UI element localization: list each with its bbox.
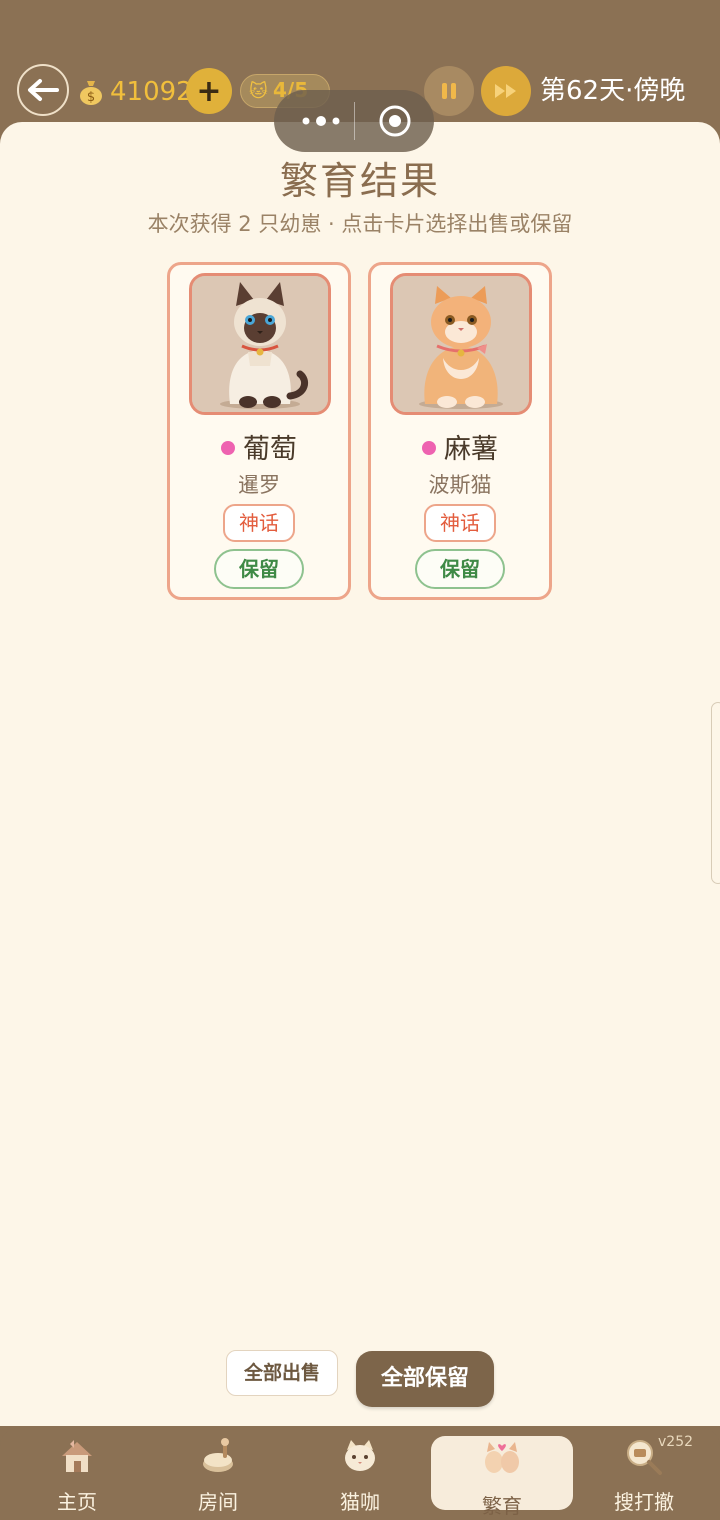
house-icon [62,1440,92,1472]
side-drawer-handle[interactable] [711,702,720,884]
nav-label: 房间 [198,1490,238,1514]
page-subtitle: 本次获得 2 只幼崽 · 点击卡片选择出售或保留 [147,212,573,236]
keep-button[interactable]: 保留 [415,549,505,589]
rarity-badge: 神话 [223,504,295,542]
kitten-card[interactable]: 麻薯 波斯猫 神话 保留 [368,262,552,600]
cat-face-icon: 🐱 [249,81,268,102]
money-bag-icon: $ [80,81,102,105]
plus-icon: + [196,73,222,109]
bottom-navigation: 主页 房间 猫咖 繁育 搜打撤 [0,1428,720,1520]
kitten-portrait [390,273,532,415]
kitten-name-row: 麻薯 [371,427,549,466]
kitten-portrait [189,273,331,415]
more-options-icon[interactable] [296,106,346,136]
kitten-name-row: 葡萄 [170,427,348,466]
gender-dot-icon [221,440,235,455]
fast-forward-button[interactable] [481,66,531,116]
sell-all-button[interactable]: 全部出售 [226,1350,338,1396]
kitten-breed: 波斯猫 [428,473,492,497]
svg-text:$: $ [87,90,95,105]
nav-item-room[interactable]: 房间 [147,1428,289,1520]
kitten-name: 葡萄 [243,434,297,465]
gender-dot-icon [422,440,436,455]
close-mini-program-icon[interactable] [378,104,412,138]
add-coins-button[interactable]: + [186,68,232,114]
breeding-icon [485,1442,519,1473]
nav-label: 搜打撤 [614,1490,674,1514]
version-label: v252 [658,1434,694,1450]
back-button[interactable] [17,64,69,116]
nav-label: 猫咖 [340,1490,380,1514]
siamese-cat-image [192,276,328,412]
nav-label: 主页 [57,1490,97,1514]
room-icon [203,1438,233,1472]
keep-button[interactable]: 保留 [214,549,304,589]
day-time-label: 第62天·傍晚 [540,76,686,106]
rarity-badge: 神话 [424,504,496,542]
capsule-divider [354,102,355,140]
persian-cat-image [393,276,529,412]
nav-item-breeding[interactable]: 繁育 [431,1436,573,1518]
kitten-name: 麻薯 [444,434,498,465]
fast-forward-icon [495,84,516,98]
coin-balance: 41092 [110,77,193,107]
nav-item-home[interactable]: 主页 [6,1428,148,1520]
pause-icon [442,83,456,99]
nav-item-search-raid[interactable]: 搜打撤 [573,1428,715,1520]
mini-program-capsule [274,90,434,152]
kitten-card[interactable]: 葡萄 暹罗 神话 保留 [167,262,351,600]
page-title: 繁育结果 [279,159,440,203]
content-panel [0,122,720,1426]
keep-all-button[interactable]: 全部保留 [356,1351,494,1407]
nav-item-cat-cafe[interactable]: 猫咖 [289,1428,431,1520]
cat-cafe-icon [345,1440,375,1471]
kitten-breed: 暹罗 [238,473,280,497]
back-arrow-icon [28,79,59,101]
nav-label: 繁育 [482,1494,522,1518]
